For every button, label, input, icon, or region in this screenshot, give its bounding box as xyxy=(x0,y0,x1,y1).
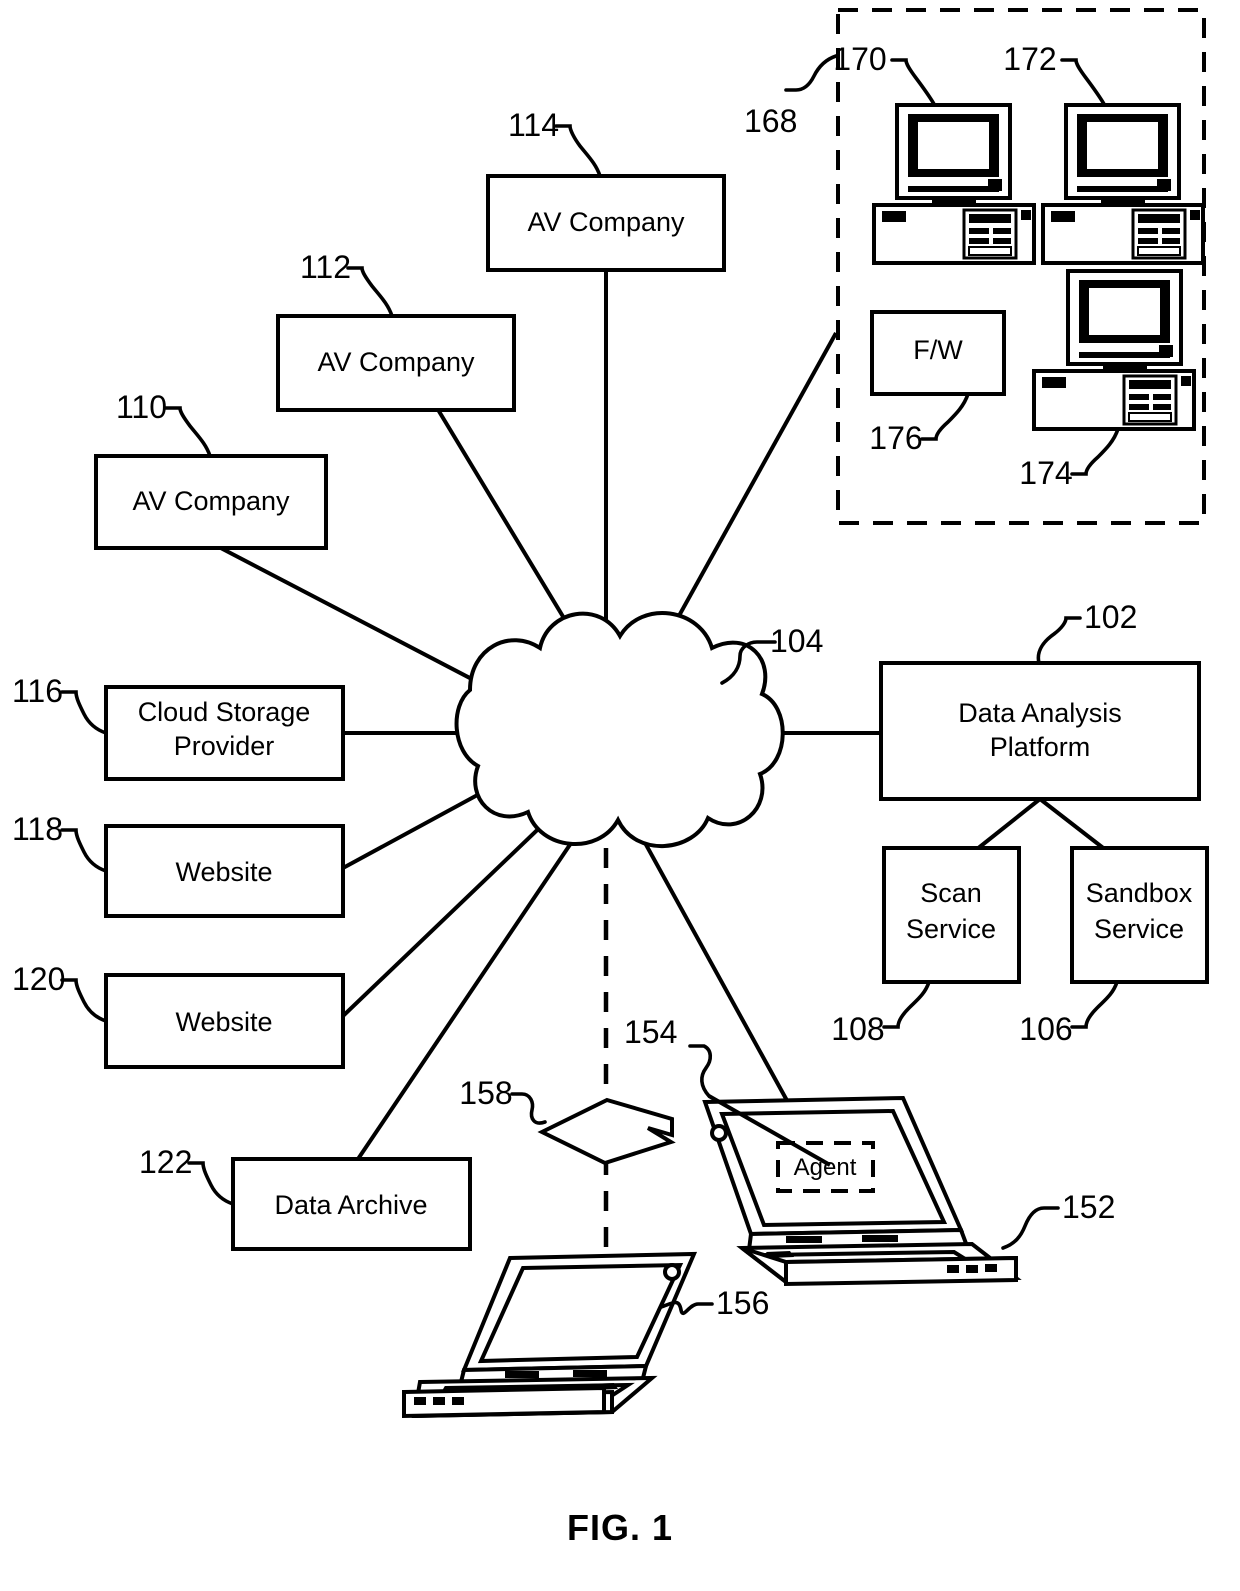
ref-122: 122 xyxy=(139,1144,192,1180)
ref-102: 102 xyxy=(1084,599,1137,635)
network-cloud xyxy=(454,611,785,848)
ref-leader-120: 120 xyxy=(12,961,108,1023)
patent-figure-1: 104 AV Company 114 AV Company 112 AV Com… xyxy=(0,0,1240,1591)
box-av-company-110[interactable]: AV Company xyxy=(94,454,328,550)
box-label-dap-line2: Platform xyxy=(990,732,1091,762)
ref-leader-122: 122 xyxy=(139,1144,235,1206)
laptop-agent-152[interactable]: Agent xyxy=(702,1095,1022,1287)
figure-caption: FIG. 1 xyxy=(567,1507,673,1548)
ref-106: 106 xyxy=(1019,1011,1072,1047)
ref-leader-114: 114 xyxy=(508,107,602,178)
box-label-dap-line1: Data Analysis xyxy=(958,698,1122,728)
box-label-scan-line2: Service xyxy=(906,914,996,944)
ref-120: 120 xyxy=(12,961,65,997)
ref-leader-168: 168 xyxy=(744,54,838,139)
box-firewall-176[interactable]: F/W xyxy=(870,310,1006,396)
box-label-data-archive-122: Data Archive xyxy=(274,1190,427,1220)
box-sandbox-service-106[interactable]: Sandbox Service xyxy=(1070,846,1209,984)
ref-174: 174 xyxy=(1019,455,1072,491)
box-av-company-114[interactable]: AV Company xyxy=(486,174,726,272)
desktop-computer-174[interactable] xyxy=(1032,269,1196,431)
box-label-cloud-storage-line2: Provider xyxy=(174,731,275,761)
box-data-analysis-platform-102[interactable]: Data Analysis Platform xyxy=(879,661,1201,801)
ref-112: 112 xyxy=(300,249,351,285)
box-label-sandbox-line2: Service xyxy=(1094,914,1184,944)
ref-leader-110: 110 xyxy=(116,389,212,458)
ref-leader-170: 170 xyxy=(833,41,936,106)
box-scan-service-108[interactable]: Scan Service xyxy=(882,846,1021,984)
ref-108: 108 xyxy=(831,1011,884,1047)
desktop-computer-170[interactable] xyxy=(872,103,1036,265)
ref-leader-172: 172 xyxy=(1003,41,1106,106)
agent-label: Agent xyxy=(794,1154,857,1181)
box-label-website-118: Website xyxy=(175,857,272,887)
ref-168: 168 xyxy=(744,103,797,139)
ref-114: 114 xyxy=(508,107,559,143)
ref-118: 118 xyxy=(12,811,63,847)
ref-leader-106: 106 xyxy=(1019,980,1119,1047)
ref-leader-174: 174 xyxy=(1019,427,1120,491)
ref-172: 172 xyxy=(1003,41,1056,77)
box-label-cloud-storage-line1: Cloud Storage xyxy=(138,697,311,727)
ref-154: 154 xyxy=(624,1014,677,1050)
ref-leader-158: 158 xyxy=(459,1075,547,1125)
ref-152: 152 xyxy=(1062,1189,1115,1225)
box-label-scan-line1: Scan xyxy=(920,878,982,908)
ref-leader-112: 112 xyxy=(300,249,394,318)
ref-156: 156 xyxy=(716,1285,769,1321)
box-website-118[interactable]: Website xyxy=(104,824,345,918)
ref-170: 170 xyxy=(833,41,886,77)
box-label-av-company-112: AV Company xyxy=(317,347,475,377)
ref-leader-152: 152 xyxy=(1001,1189,1115,1250)
ref-leader-116: 116 xyxy=(12,673,108,735)
box-cloud-storage-provider-116[interactable]: Cloud Storage Provider xyxy=(104,685,345,781)
ref-leader-176: 176 xyxy=(869,392,970,456)
box-av-company-112[interactable]: AV Company xyxy=(276,314,516,412)
ref-176: 176 xyxy=(869,420,922,456)
figure-canvas: 104 AV Company 114 AV Company 112 AV Com… xyxy=(12,8,1209,1548)
ref-158: 158 xyxy=(459,1075,512,1111)
ref-leader-118: 118 xyxy=(12,811,108,873)
laptop-156[interactable] xyxy=(402,1251,698,1419)
ref-116: 116 xyxy=(12,673,63,709)
box-data-archive-122[interactable]: Data Archive xyxy=(231,1157,472,1251)
desktop-computer-172[interactable] xyxy=(1041,103,1205,265)
ref-leader-108: 108 xyxy=(831,980,931,1047)
box-label-av-company-114: AV Company xyxy=(527,207,685,237)
box-label-sandbox-line1: Sandbox xyxy=(1086,878,1193,908)
document-icon-158 xyxy=(537,1097,676,1166)
ref-leader-102: 102 xyxy=(1036,599,1137,665)
box-website-120[interactable]: Website xyxy=(104,973,345,1069)
box-label-firewall: F/W xyxy=(913,335,963,365)
box-label-website-120: Website xyxy=(175,1007,272,1037)
box-label-av-company-110: AV Company xyxy=(132,486,290,516)
ref-104: 104 xyxy=(770,623,823,659)
ref-110: 110 xyxy=(116,389,167,425)
